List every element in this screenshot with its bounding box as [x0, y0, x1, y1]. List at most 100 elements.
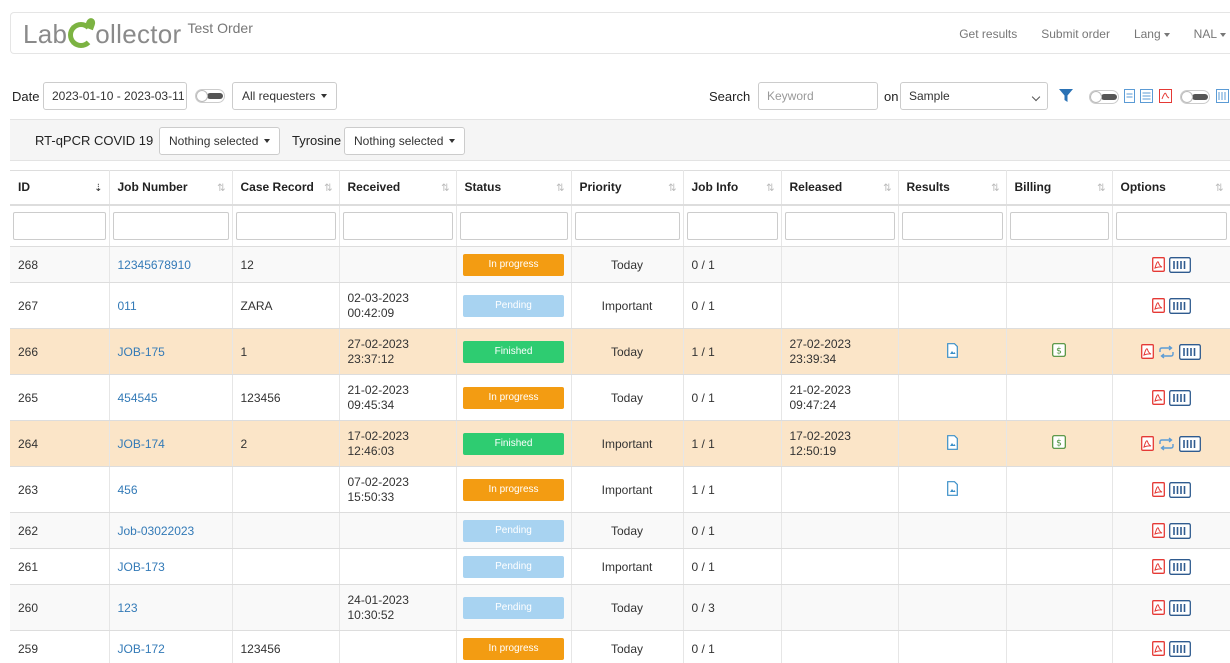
- barcode-icon[interactable]: [1168, 640, 1191, 657]
- table-row[interactable]: 263 456 07-02-2023 15:50:33 In progress Impor…: [10, 466, 1230, 513]
- repeat-icon[interactable]: [1158, 344, 1175, 359]
- table-row[interactable]: 262 Job-03022023 Pending Today 0 / 1: [10, 512, 1230, 549]
- list-icon[interactable]: [1140, 89, 1153, 103]
- case-record-filter-input[interactable]: [235, 211, 336, 240]
- lang-dropdown[interactable]: Lang: [1134, 27, 1170, 41]
- search-input[interactable]: Keyword: [758, 82, 878, 110]
- job-number-link[interactable]: JOB-174: [118, 437, 165, 451]
- pdf-icon[interactable]: [1151, 482, 1165, 497]
- barcode-export-icon[interactable]: [1216, 89, 1229, 103]
- result-file-icon[interactable]: [946, 434, 958, 450]
- date-range-input[interactable]: 2023-01-10 - 2023-03-11: [43, 82, 187, 110]
- pdf-icon[interactable]: [1141, 344, 1154, 359]
- billing-cell: [1006, 282, 1113, 329]
- barcode-icon[interactable]: [1168, 522, 1191, 539]
- job-number-link[interactable]: 12345678910: [118, 258, 191, 272]
- job-number-link[interactable]: JOB-172: [118, 642, 165, 656]
- pdf-icon[interactable]: [1151, 298, 1165, 313]
- barcode-icon[interactable]: [1168, 481, 1191, 498]
- job-number-link[interactable]: JOB-173: [118, 560, 165, 574]
- caret-down-icon: [449, 139, 456, 143]
- col-header-status[interactable]: Status ⇅: [456, 170, 572, 206]
- pdf-icon[interactable]: [1151, 641, 1165, 656]
- job-number-filter-input[interactable]: [112, 211, 229, 240]
- col-header-priority[interactable]: Priority ⇅: [571, 170, 684, 206]
- released-cell: [781, 630, 899, 663]
- col-header-billing[interactable]: Billing ⇅: [1006, 170, 1113, 206]
- table-row[interactable]: 265 454545 123456 21-02-2023 09:45:34 In prog…: [10, 374, 1230, 421]
- job-number-link[interactable]: Job-03022023: [118, 524, 195, 538]
- priority-filter-input[interactable]: [574, 211, 680, 240]
- barcode-icon[interactable]: [1168, 256, 1191, 273]
- col-header-id[interactable]: ID ⇣: [10, 170, 110, 206]
- date-toggle[interactable]: [195, 89, 225, 103]
- id-filter-input[interactable]: [13, 211, 106, 240]
- options-filter-input[interactable]: [1115, 211, 1227, 240]
- released-filter-input[interactable]: [784, 211, 895, 240]
- col-header-results[interactable]: Results ⇅: [898, 170, 1007, 206]
- id-cell: 259: [10, 630, 110, 663]
- barcode-icon[interactable]: [1179, 343, 1201, 360]
- labcollector-logo[interactable]: Lab ollector Test Order: [23, 19, 253, 49]
- user-dropdown[interactable]: NAL: [1194, 27, 1226, 41]
- received-filter-input[interactable]: [342, 211, 453, 240]
- table-row[interactable]: 260 123 24-01-2023 10:30:52 Pending Today 0 / …: [10, 584, 1230, 631]
- billing-icon[interactable]: $: [1052, 343, 1066, 357]
- tyrosine-dropdown[interactable]: Nothing selected: [344, 127, 466, 155]
- search-field-select[interactable]: Sample: [900, 82, 1048, 110]
- job-number-link[interactable]: 456: [118, 483, 138, 497]
- job-number-link[interactable]: 011: [118, 299, 137, 313]
- job-info-cell: 0 / 1: [683, 512, 782, 549]
- table-row[interactable]: 259 JOB-172 123456 In progress Today 0 / 1: [10, 630, 1230, 663]
- received-time: 09:45:34: [347, 397, 395, 412]
- row-options: [1113, 435, 1230, 452]
- pdf-icon[interactable]: [1151, 257, 1165, 272]
- pdf-icon[interactable]: [1141, 436, 1154, 451]
- table-row[interactable]: 267 011 ZARA 02-03-2023 00:42:09 Pending Impor…: [10, 282, 1230, 329]
- pdf-icon[interactable]: [1151, 523, 1165, 538]
- repeat-icon[interactable]: [1158, 436, 1175, 451]
- status-filter-input[interactable]: [459, 211, 568, 240]
- billing-filter-input[interactable]: [1009, 211, 1109, 240]
- result-file-icon[interactable]: [946, 480, 958, 496]
- table-row[interactable]: 268 12345678910 12 In progress Today 0 / 1: [10, 246, 1230, 283]
- rtqpcr-dropdown[interactable]: Nothing selected: [159, 127, 281, 155]
- results-cell: [898, 328, 1007, 375]
- view-toggle[interactable]: [1089, 90, 1119, 104]
- sort-icon: ⇅: [441, 183, 450, 194]
- pdf-icon[interactable]: [1151, 600, 1165, 615]
- document-icon[interactable]: [1124, 89, 1135, 103]
- priority-cell: Today: [571, 584, 684, 631]
- result-file-icon[interactable]: [946, 342, 958, 358]
- released-cell: [781, 466, 899, 513]
- requesters-dropdown[interactable]: All requesters: [232, 82, 338, 110]
- billing-icon[interactable]: $: [1052, 435, 1066, 449]
- table-row[interactable]: 261 JOB-173 Pending Important 0 / 1: [10, 548, 1230, 585]
- pdf-icon[interactable]: [1151, 559, 1165, 574]
- col-header-options[interactable]: Options ⇅: [1112, 170, 1230, 206]
- results-filter-input[interactable]: [901, 211, 1003, 240]
- job-number-link[interactable]: 123: [118, 601, 138, 615]
- col-header-job-number[interactable]: Job Number ⇅: [109, 170, 233, 206]
- col-header-received[interactable]: Received ⇅: [339, 170, 457, 206]
- job-number-link[interactable]: 454545: [118, 391, 158, 405]
- barcode-icon[interactable]: [1168, 599, 1191, 616]
- get-results-link[interactable]: Get results: [959, 27, 1017, 41]
- barcode-icon[interactable]: [1168, 389, 1191, 406]
- pdf-export-icon[interactable]: [1159, 89, 1172, 103]
- pdf-icon[interactable]: [1151, 390, 1165, 405]
- col-header-released[interactable]: Released ⇅: [781, 170, 899, 206]
- export-toggle[interactable]: [1180, 90, 1210, 104]
- barcode-icon[interactable]: [1168, 558, 1191, 575]
- barcode-icon[interactable]: [1168, 297, 1191, 314]
- table-row[interactable]: 266 JOB-175 1 27-02-2023 23:37:12 Finished Tod…: [10, 328, 1230, 375]
- col-header-case-record[interactable]: Case Record ⇅: [232, 170, 340, 206]
- col-header-job-info[interactable]: Job Info ⇅: [683, 170, 782, 206]
- submit-order-link[interactable]: Submit order: [1041, 27, 1110, 41]
- job-number-link[interactable]: JOB-175: [118, 345, 165, 359]
- barcode-icon[interactable]: [1179, 435, 1201, 452]
- job-info-filter-input[interactable]: [686, 211, 778, 240]
- table-row[interactable]: 264 JOB-174 2 17-02-2023 12:46:03 Finished Imp…: [10, 420, 1230, 467]
- case-record-cell: 1: [232, 328, 340, 375]
- filter-funnel-icon[interactable]: [1059, 89, 1073, 103]
